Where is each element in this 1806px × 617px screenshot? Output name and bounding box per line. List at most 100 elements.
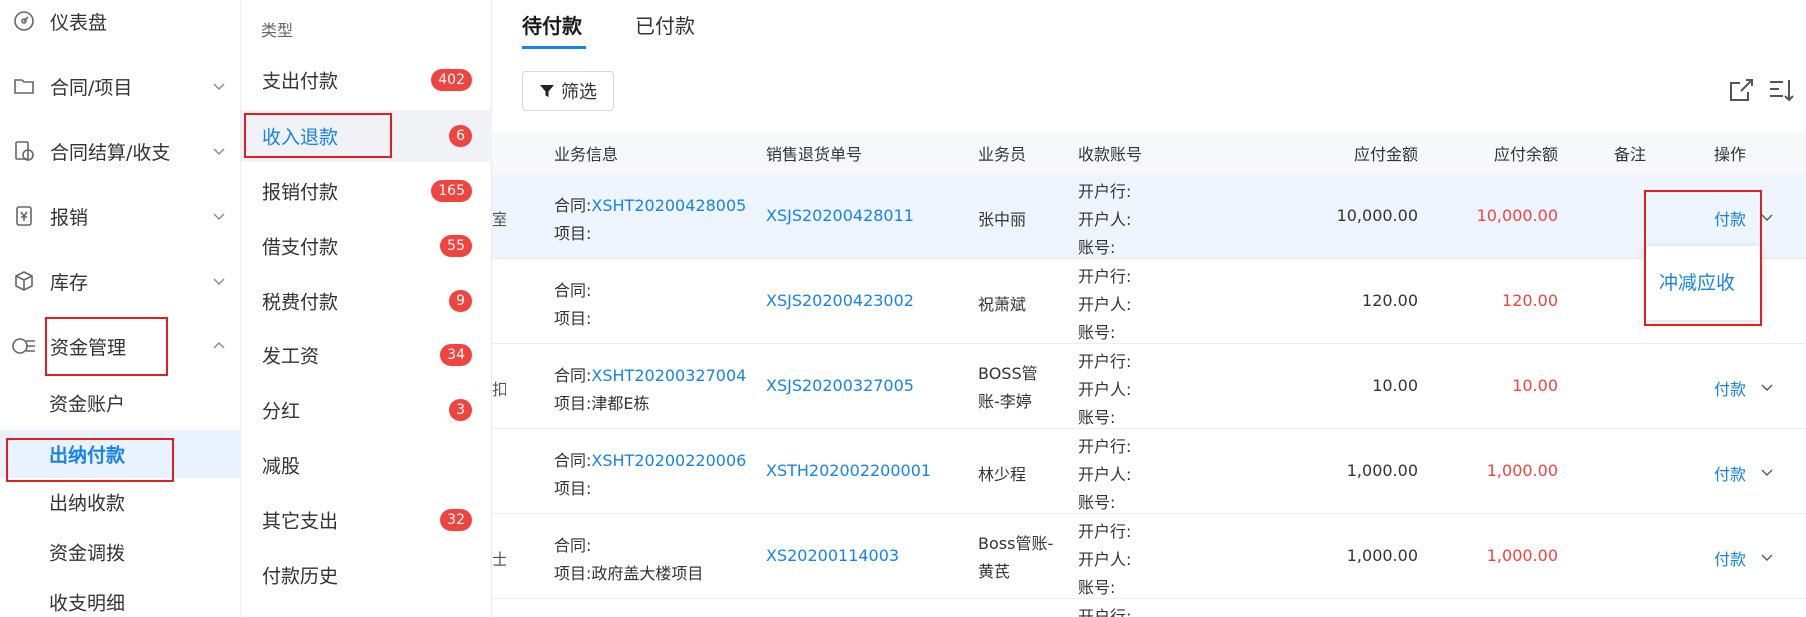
count-badge: 9 bbox=[449, 290, 472, 312]
nav-label: 库存 bbox=[50, 271, 89, 294]
type-label: 借支付款 bbox=[262, 236, 339, 259]
order-link[interactable]: XS20200114003 bbox=[766, 546, 899, 565]
tab-paid[interactable]: 已付款 bbox=[635, 10, 695, 39]
type-item-expense-payment[interactable]: 支出付款 402 bbox=[241, 54, 492, 106]
order-link[interactable]: XSJS20200423002 bbox=[766, 291, 914, 310]
contract-link[interactable]: XSHT20200428005 bbox=[591, 196, 746, 215]
staff-name: BOSS管 bbox=[978, 364, 1038, 383]
acct-bank: 开户行: bbox=[1078, 352, 1132, 371]
yuan-icon bbox=[10, 202, 38, 230]
staff-name: 林少程 bbox=[978, 465, 1027, 484]
table-row[interactable]: 室 合同:XSHT20200428005 项目: XSJS20200428011… bbox=[492, 174, 1806, 259]
table-row[interactable]: 士 合同: 项目:政府盖大楼项目 XS20200114003 Boss管账- 黄… bbox=[492, 514, 1806, 599]
sub-item-fund-transfer[interactable]: 资金调拨 bbox=[0, 528, 240, 576]
nav-item-dashboard[interactable]: 仪表盘 bbox=[0, 0, 240, 46]
highlight-box-cashier-payment bbox=[6, 438, 174, 482]
type-item-dividend[interactable]: 分红 3 bbox=[241, 384, 492, 436]
order-link[interactable]: XSJS20200327005 bbox=[766, 376, 914, 395]
acct-bank: 开户行: bbox=[1078, 607, 1132, 617]
chevron-down-icon[interactable] bbox=[1760, 465, 1774, 479]
type-item-other-expense[interactable]: 其它支出 32 bbox=[241, 494, 492, 546]
acct-bank: 开户行: bbox=[1078, 182, 1132, 201]
nav-item-reimburse[interactable]: 报销 bbox=[0, 191, 240, 241]
contract-link[interactable]: XSHT20200220006 bbox=[591, 451, 746, 470]
count-badge: 32 bbox=[440, 509, 472, 531]
payable-balance: 120.00 bbox=[1502, 291, 1558, 310]
filter-icon bbox=[540, 85, 554, 97]
funds-icon bbox=[10, 332, 38, 360]
count-badge: 402 bbox=[431, 69, 472, 91]
payable-balance: 10,000.00 bbox=[1476, 206, 1558, 225]
pay-button[interactable]: 付款 bbox=[1714, 376, 1746, 400]
sub-item-ledger[interactable]: 收支明细 bbox=[0, 578, 240, 617]
dashboard-icon bbox=[10, 7, 38, 35]
column-header: 应付余额 bbox=[1493, 145, 1558, 164]
sort-icon[interactable] bbox=[1766, 76, 1796, 106]
sub-item-cashier-receipt[interactable]: 出纳收款 bbox=[0, 478, 240, 526]
contract-prefix: 合同: bbox=[554, 536, 592, 555]
contract-prefix: 合同: bbox=[554, 366, 592, 385]
staff-name: Boss管账- bbox=[978, 534, 1054, 553]
sub-item-fund-account[interactable]: 资金账户 bbox=[0, 379, 240, 427]
payable-amount: 10,000.00 bbox=[1336, 206, 1418, 225]
main-nav: 仪表盘 合同/项目 合同结算/收支 报销 库存 资金管理 资金账户 出纳付款 出… bbox=[0, 0, 240, 617]
sub-item-label: 资金调拨 bbox=[49, 542, 126, 565]
type-item-reimburse-payment[interactable]: 报销付款 165 bbox=[241, 165, 492, 217]
acct-holder: 开户人: bbox=[1078, 465, 1132, 484]
active-tab-indicator bbox=[522, 46, 586, 49]
sub-item-label: 资金账户 bbox=[49, 393, 126, 416]
folder-icon bbox=[10, 72, 38, 100]
highlight-box-actions bbox=[1644, 190, 1762, 326]
type-item-share-reduction[interactable]: 减股 bbox=[241, 439, 492, 491]
contract-link[interactable]: XSHT20200327004 bbox=[591, 366, 746, 385]
type-label: 税费付款 bbox=[262, 291, 339, 314]
nav-item-inventory[interactable]: 库存 bbox=[0, 256, 240, 306]
count-badge: 3 bbox=[449, 399, 472, 421]
order-link[interactable]: XSTH202002200001 bbox=[766, 461, 931, 480]
payable-balance: 1,000.00 bbox=[1486, 461, 1558, 480]
filter-label: 筛选 bbox=[561, 82, 597, 103]
chevron-up-icon bbox=[213, 342, 225, 349]
type-item-payroll[interactable]: 发工资 34 bbox=[241, 329, 492, 381]
filter-button[interactable]: 筛选 bbox=[522, 71, 614, 111]
payable-amount: 1,000.00 bbox=[1346, 546, 1418, 565]
column-header: 业务员 bbox=[978, 145, 1027, 164]
type-label: 其它支出 bbox=[262, 510, 339, 533]
staff-name-cont: 账-李婷 bbox=[978, 392, 1032, 411]
table-row[interactable]: 扣 合同:XSHT20200327004 项目:津都E栋 XSJS2020032… bbox=[492, 344, 1806, 429]
contract-prefix: 合同: bbox=[554, 451, 592, 470]
nav-label: 报销 bbox=[50, 206, 89, 229]
order-link[interactable]: XSJS20200428011 bbox=[766, 206, 914, 225]
export-icon[interactable] bbox=[1726, 76, 1756, 106]
chevron-down-icon[interactable] bbox=[1760, 380, 1774, 394]
nav-item-settlement[interactable]: 合同结算/收支 bbox=[0, 126, 240, 176]
chevron-down-icon[interactable] bbox=[1760, 550, 1774, 564]
count-badge: 6 bbox=[449, 125, 472, 147]
type-item-payment-history[interactable]: 付款历史 bbox=[241, 549, 492, 601]
table-row[interactable]: 合同: 项目: XSJS20200423002 祝萧斌 开户行: 开户人: 账号… bbox=[492, 259, 1806, 344]
box-icon bbox=[10, 267, 38, 295]
chevron-down-icon bbox=[213, 148, 225, 155]
staff-name-cont: 黄芪 bbox=[978, 562, 1011, 581]
column-header: 备注 bbox=[1614, 145, 1647, 164]
contract-info: 合同:XSHT20200220006 bbox=[554, 447, 746, 471]
acct-bank: 开户行: bbox=[1078, 267, 1132, 286]
project-info: 项目:政府盖大楼项目 bbox=[554, 564, 704, 583]
table-row[interactable]: 合同:XSHT20200220006 项目: XSTH202002200001 … bbox=[492, 429, 1806, 514]
pay-button[interactable]: 付款 bbox=[1714, 461, 1746, 485]
acct-bank: 开户行: bbox=[1078, 437, 1132, 456]
nav-item-contract[interactable]: 合同/项目 bbox=[0, 61, 240, 111]
chevron-down-icon[interactable] bbox=[1760, 210, 1774, 224]
acct-number: 账号: bbox=[1078, 493, 1116, 512]
type-label: 减股 bbox=[262, 455, 301, 478]
acct-number: 账号: bbox=[1078, 408, 1116, 427]
clipped-cell: 士 bbox=[492, 550, 506, 569]
type-item-tax-payment[interactable]: 税费付款 9 bbox=[241, 275, 492, 327]
tab-pending[interactable]: 待付款 bbox=[522, 10, 582, 39]
project-info: 项目: bbox=[554, 309, 592, 328]
type-label: 报销付款 bbox=[262, 181, 339, 204]
acct-holder: 开户人: bbox=[1078, 295, 1132, 314]
acct-holder: 开户人: bbox=[1078, 380, 1132, 399]
type-item-advance-payment[interactable]: 借支付款 55 bbox=[241, 220, 492, 272]
pay-button[interactable]: 付款 bbox=[1714, 546, 1746, 570]
